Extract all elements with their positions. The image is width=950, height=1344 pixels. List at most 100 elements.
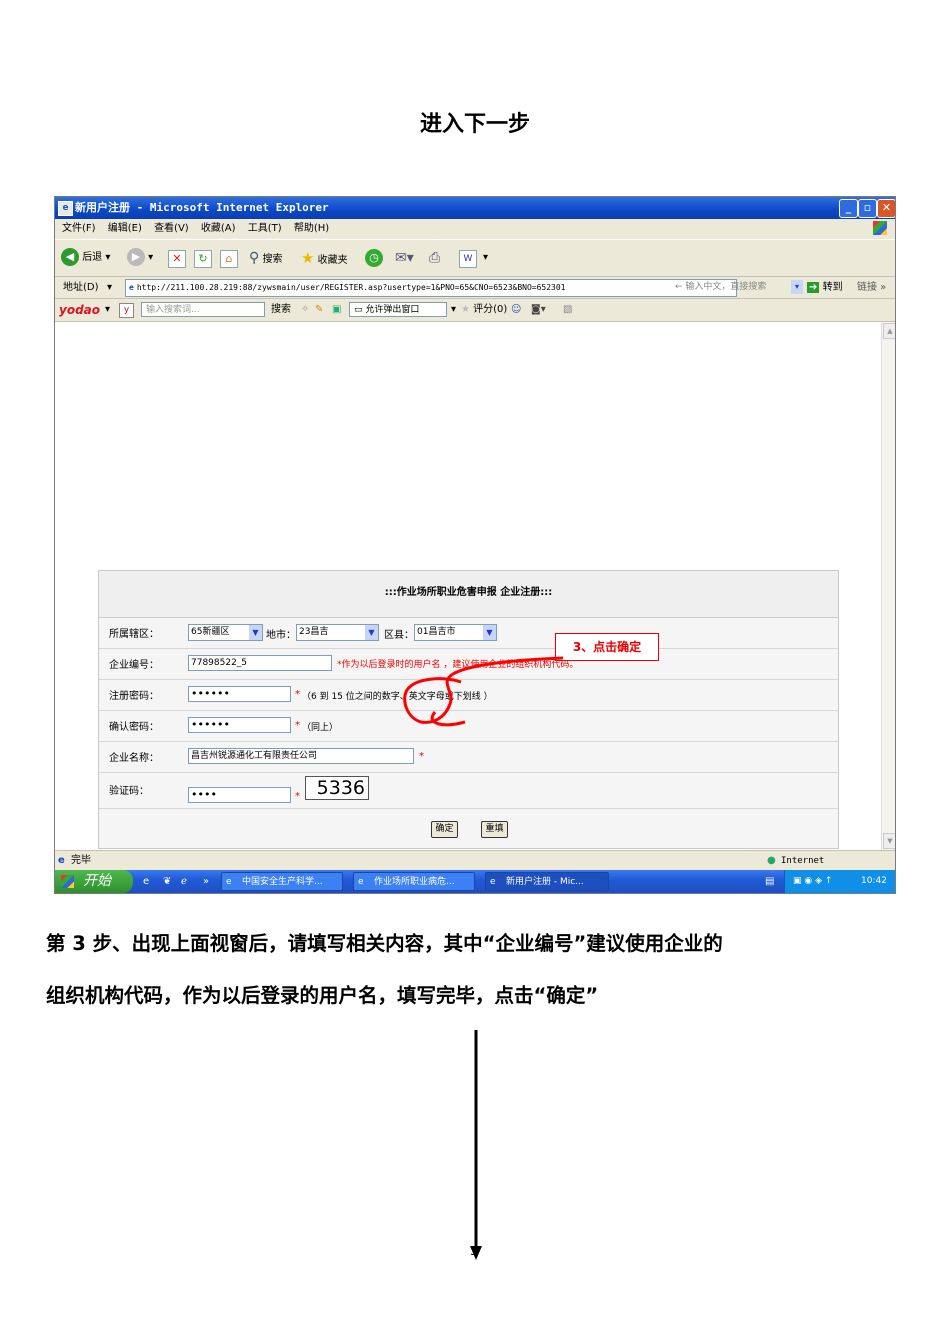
mail-icon[interactable]: ✉▾ (395, 248, 414, 268)
confirm-password-label: 确认密码： (109, 722, 159, 733)
company-name-label: 企业名称： (109, 753, 159, 764)
toolbar-more-icon[interactable]: ▾ (483, 248, 488, 268)
rating-star-icon: ★ (461, 304, 470, 315)
youdao-y-icon[interactable]: y (119, 303, 134, 318)
quicklaunch-more-icon[interactable]: » (203, 870, 209, 893)
window-title: 新用户注册 - Microsoft Internet Explorer (75, 201, 329, 214)
region-row: 所属辖区： 65新疆区 ▼ 地市： 23昌吉 ▼ 区县： 01昌吉市 ▼ (99, 617, 838, 649)
youdao-search-button[interactable]: 搜索 (271, 299, 291, 321)
company-name-row: 企业名称： 昌吉州锐源通化工有限责任公司 * (99, 741, 838, 773)
go-arrow-icon: ➔ (807, 282, 820, 293)
instruction-line-2: 组织机构代码，作为以后登录的用户名，填写完毕，点击“确定” (46, 984, 599, 1007)
quicklaunch-browser-icon[interactable]: ℯ (181, 870, 187, 893)
task-button-1[interactable]: e 中国安全生产科学... (221, 872, 343, 891)
keyboard-icon[interactable]: ▤ (765, 870, 774, 893)
menu-view[interactable]: 查看(V) (154, 223, 189, 234)
links-button[interactable]: 链接 » (857, 277, 886, 298)
address-dropdown-icon[interactable]: ▾ (107, 277, 112, 298)
confirm-password-input[interactable]: •••••• (188, 717, 291, 733)
county-select[interactable]: 01昌吉市 ▼ (414, 624, 497, 641)
rss-icon[interactable]: ▧ (563, 299, 572, 321)
camera-icon[interactable]: ◙▾ (531, 299, 546, 321)
region-label: 所属辖区： (109, 629, 159, 640)
menu-bar: 文件(F) 编辑(E) 查看(V) 收藏(A) 工具(T) 帮助(H) (55, 219, 895, 239)
standard-toolbar: ◀ 后退 ▾ ▶ ▾ ✕ ↻ ⌂ ⚲ 搜索 ★ 收藏夹 ◷ ✉▾ ⎙ W ▾ (55, 239, 895, 277)
globe-icon: ● (767, 855, 776, 866)
password-required-mark: * (295, 689, 300, 700)
back-button[interactable]: ◀ 后退 ▾ (61, 248, 110, 268)
confirm-password-hint: （同上） (302, 723, 339, 733)
scroll-down-icon[interactable]: ▼ (883, 833, 895, 849)
captcha-input[interactable]: •••• (188, 787, 291, 803)
popup-blocker-button[interactable]: ▭ 允许弹出窗口 (349, 302, 447, 317)
clock: 10:42 (861, 876, 887, 886)
refresh-icon[interactable]: ↻ (194, 250, 212, 268)
history-icon[interactable]: ◷ (365, 249, 383, 267)
forward-button[interactable]: ▶ ▾ (127, 248, 153, 268)
county-label: 区县： (384, 630, 414, 641)
word-icon[interactable]: W (459, 250, 477, 268)
status-bar: e 完毕 ● Internet (55, 850, 895, 871)
menu-file[interactable]: 文件(F) (62, 223, 96, 234)
password-input[interactable]: •••••• (188, 686, 291, 702)
address-history-icon[interactable]: ▾ (791, 280, 803, 294)
captcha-row: 验证码： •••• * 5336 (99, 772, 838, 809)
menu-help[interactable]: 帮助(H) (294, 223, 329, 234)
task-button-2[interactable]: e 作业场所职业病危... (353, 872, 475, 891)
vertical-scrollbar[interactable]: ▲ ▼ (881, 322, 895, 850)
youdao-search-input[interactable]: 输入搜索词... (141, 302, 265, 317)
company-name-input[interactable]: 昌吉州锐源通化工有限责任公司 (188, 748, 414, 764)
status-text: 完毕 (71, 855, 91, 866)
windows-logo-icon (61, 875, 74, 888)
menu-tools[interactable]: 工具(T) (248, 223, 282, 234)
search-button[interactable]: ⚲ 搜索 (249, 248, 282, 268)
minimize-icon[interactable]: _ (839, 199, 858, 218)
dict-icon[interactable]: ▣ (332, 299, 341, 321)
submit-button[interactable]: 确定 (431, 821, 458, 838)
youdao-menu-icon[interactable]: ▾ (105, 299, 110, 321)
stop-icon[interactable]: ✕ (168, 250, 186, 268)
close-icon[interactable]: ✕ (877, 199, 895, 218)
chevron-down-icon: ▼ (483, 625, 496, 640)
youdao-toolbar: yodao ▾ y 输入搜索词... 搜索 ✧ ✎ ▣ ▭ 允许弹出窗口 ▾ ★… (55, 299, 895, 322)
confirm-required-mark: * (295, 720, 300, 731)
instruction-line-1: 第 3 步、出现上面视窗后，请填写相关内容，其中“企业编号”建议使用企业的 (46, 932, 723, 955)
tray-icons[interactable]: ▣ ◉ ◈ ↑ (793, 870, 832, 893)
reset-button[interactable]: 重填 (481, 821, 508, 838)
down-arrow (470, 1030, 482, 1260)
captcha-required-mark: * (295, 791, 300, 802)
task-button-3[interactable]: e 新用户注册 - Mic... (485, 872, 609, 891)
home-icon[interactable]: ⌂ (220, 250, 238, 268)
popup-dropdown-icon[interactable]: ▾ (451, 299, 456, 321)
company-id-label: 企业编号： (109, 660, 159, 671)
youdao-logo[interactable]: yodao (59, 299, 100, 321)
menu-edit[interactable]: 编辑(E) (108, 223, 142, 234)
captcha-image: 5336 (305, 776, 369, 800)
scroll-up-icon[interactable]: ▲ (883, 323, 895, 339)
address-input[interactable]: e http://211.100.28.219:88/zywsmain/user/… (125, 279, 737, 297)
region-select[interactable]: 65新疆区 ▼ (188, 624, 263, 641)
rating-button[interactable]: ★ 评分(0) (461, 299, 507, 321)
quicklaunch-app-icon[interactable]: ❦ (163, 870, 171, 893)
print-icon[interactable]: ⎙ (429, 248, 440, 268)
menu-favorites[interactable]: 收藏(A) (201, 223, 236, 234)
maximize-icon[interactable]: ▫ (858, 199, 877, 218)
page-heading: 进入下一步 (419, 112, 530, 137)
favorites-button[interactable]: ★ 收藏夹 (301, 248, 348, 268)
address-label: 地址(D) (63, 282, 99, 293)
chat-icon[interactable]: ☺ (511, 299, 521, 321)
start-button[interactable]: 开始 (55, 870, 133, 893)
city-select[interactable]: 23昌吉 ▼ (296, 624, 379, 641)
go-button[interactable]: ➔ 转到 (807, 277, 843, 298)
windows-flag-icon (873, 221, 887, 235)
pen-icon[interactable]: ✎ (315, 299, 323, 321)
address-search-hint: ← 输入中文，直接搜索 (675, 282, 767, 292)
page-icon: e (129, 283, 134, 292)
company-id-input[interactable]: 77898522_5 (188, 655, 332, 671)
quicklaunch-ie-icon[interactable]: e (143, 870, 149, 893)
star-icon: ★ (301, 249, 315, 267)
address-bar: 地址(D) ▾ e http://211.100.28.219:88/zywsma… (55, 277, 895, 299)
task-ie-icon: e (226, 877, 232, 887)
browser-screenshot: e 新用户注册 - Microsoft Internet Explorer _ … (54, 196, 896, 894)
highlight-icon[interactable]: ✧ (301, 299, 309, 321)
